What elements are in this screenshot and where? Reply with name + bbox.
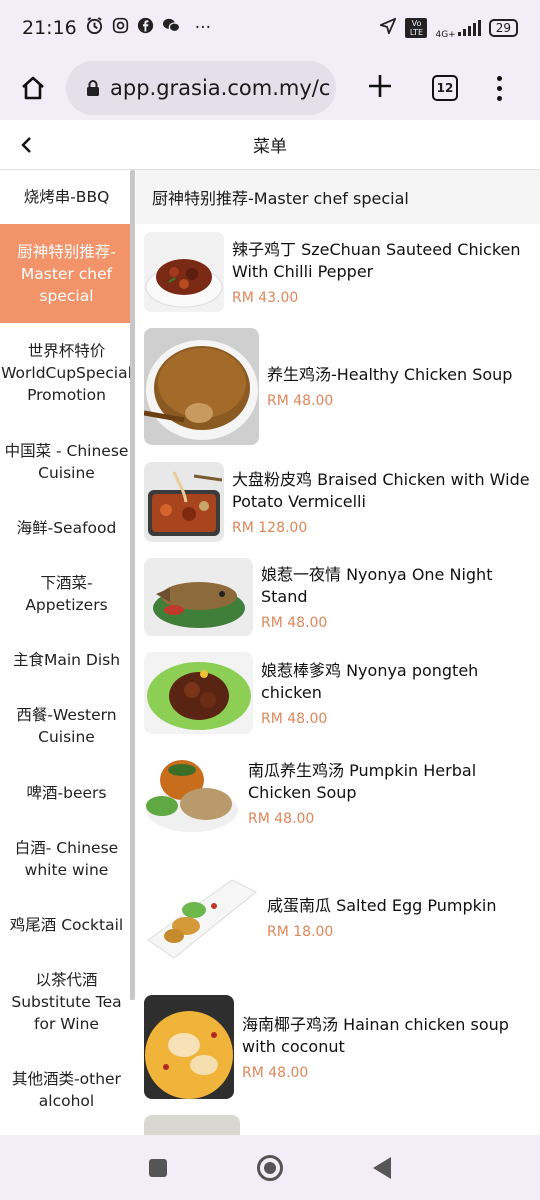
back-icon[interactable] bbox=[373, 1156, 391, 1179]
list-item[interactable]: 辣子鸡丁 SzeChuan Sauteed Chicken With Chill… bbox=[136, 232, 540, 312]
dish-name: 娘惹棒爹鸡 Nyonya pongteh chicken bbox=[261, 660, 479, 702]
list-item[interactable]: 大盘粉皮鸡 Braised Chicken with Wide Potato V… bbox=[136, 462, 540, 542]
sidebar-item-seafood[interactable]: 海鲜-Seafood bbox=[0, 501, 133, 555]
sidebar-item-chinese-cuisine[interactable]: 中国菜 - Chinese Cuisine bbox=[0, 423, 133, 501]
dish-name: 大盘粉皮鸡 Braised Chicken with Wide Potato V… bbox=[232, 469, 530, 511]
chevron-left-icon bbox=[21, 137, 31, 153]
dish-image bbox=[144, 328, 259, 445]
dish-name: 咸蛋南瓜 Salted Egg Pumpkin bbox=[267, 896, 497, 915]
tab-switcher-button[interactable]: 12 bbox=[424, 75, 466, 101]
list-item[interactable]: 咸蛋南瓜 Salted Egg Pumpkin RM 18.00 bbox=[136, 870, 540, 965]
dish-image bbox=[144, 462, 224, 542]
dish-price: RM 128.00 bbox=[232, 519, 308, 536]
dish-name: 娘惹一夜情 Nyonya One Night Stand bbox=[261, 564, 493, 606]
dish-name: 南瓜养生鸡汤 Pumpkin Herbal Chicken Soup bbox=[248, 760, 477, 802]
dish-price: RM 48.00 bbox=[261, 710, 328, 727]
sidebar-item-worldcup-special[interactable]: 世界杯特价 WorldCupSpecial Promotion bbox=[0, 323, 133, 423]
list-item[interactable]: 养生鸡汤-Healthy Chicken Soup RM 48.00 bbox=[136, 328, 540, 445]
dish-image bbox=[144, 748, 240, 838]
sidebar-item-appetizers[interactable]: 下酒菜-Appetizers bbox=[0, 555, 133, 633]
category-sidebar: 烧烤串-BBQ 厨神特别推荐-Master chef special 世界杯特价… bbox=[0, 170, 136, 1135]
dish-price: RM 48.00 bbox=[242, 1064, 309, 1081]
tab-count: 12 bbox=[432, 75, 458, 101]
status-bar: 21:16 ··· Vo LTE 4G+ 29 bbox=[0, 0, 540, 56]
url-text: app.grasia.com.my/c bbox=[110, 76, 331, 100]
back-button[interactable] bbox=[12, 130, 42, 160]
home-icon[interactable] bbox=[257, 1154, 283, 1181]
dish-image bbox=[144, 652, 253, 734]
dish-name: 海南椰子鸡汤 Hainan chicken soup with coconut bbox=[242, 1014, 509, 1056]
clock: 21:16 bbox=[22, 17, 77, 39]
sidebar-item-western-cuisine[interactable]: 西餐-Western Cuisine bbox=[0, 687, 133, 765]
alarm-icon bbox=[85, 16, 104, 40]
dish-price: RM 48.00 bbox=[267, 393, 334, 409]
dish-image bbox=[144, 558, 253, 636]
dish-price: RM 48.00 bbox=[248, 810, 315, 827]
sidebar-item-main-dish[interactable]: 主食Main Dish bbox=[0, 633, 133, 687]
sidebar-item-cocktail[interactable]: 鸡尾酒 Cocktail bbox=[0, 897, 133, 953]
dish-price: RM 18.00 bbox=[267, 924, 334, 940]
volte-icon: Vo LTE bbox=[405, 18, 428, 38]
instagram-icon bbox=[112, 17, 129, 39]
signal-icon bbox=[457, 20, 481, 36]
sidebar-item-chinese-white-wine[interactable]: 白酒- Chinese white wine bbox=[0, 821, 133, 897]
sidebar-item-beers[interactable]: 啤酒-beers bbox=[0, 765, 133, 821]
facebook-icon bbox=[137, 17, 154, 39]
home-button[interactable] bbox=[0, 74, 66, 102]
location-icon bbox=[379, 17, 397, 40]
list-item[interactable]: 海南椰子鸡汤 Hainan chicken soup with coconut … bbox=[136, 995, 540, 1099]
dish-image bbox=[144, 995, 234, 1099]
dish-price: RM 48.00 bbox=[261, 614, 328, 631]
home-icon bbox=[22, 76, 44, 100]
sidebar-item-bbq[interactable]: 烧烤串-BBQ bbox=[0, 170, 133, 224]
more-icon: ··· bbox=[194, 18, 211, 38]
dish-price: RM 43.00 bbox=[232, 289, 299, 306]
list-item[interactable]: 娘惹一夜情 Nyonya One Night Stand RM 48.00 bbox=[136, 558, 540, 636]
dish-list: 厨神特别推荐-Master chef special 辣子鸡丁 SzeChuan… bbox=[136, 170, 540, 1135]
sidebar-item-substitute-tea[interactable]: 以茶代酒 Substitute Tea for Wine bbox=[0, 953, 133, 1051]
lock-icon bbox=[86, 79, 100, 97]
address-bar[interactable]: app.grasia.com.my/c bbox=[66, 61, 336, 115]
network-label: 4G+ bbox=[435, 30, 456, 40]
page-title: 菜单 bbox=[253, 137, 287, 157]
sidebar-scrollbar[interactable] bbox=[130, 170, 135, 1000]
system-nav-bar bbox=[0, 1135, 540, 1200]
section-title: 厨神特别推荐-Master chef special bbox=[136, 170, 540, 224]
dish-image-partial bbox=[144, 1115, 240, 1135]
sidebar-item-other-alcohol[interactable]: 其他酒类-other alcohol bbox=[0, 1051, 133, 1129]
app-header: 菜单 bbox=[0, 120, 540, 170]
dish-image bbox=[144, 232, 224, 312]
battery-icon: 29 bbox=[488, 19, 518, 37]
plus-icon bbox=[369, 75, 391, 97]
list-item[interactable]: 南瓜养生鸡汤 Pumpkin Herbal Chicken Soup RM 48… bbox=[136, 748, 540, 838]
wechat-icon bbox=[162, 17, 181, 39]
browser-toolbar: app.grasia.com.my/c 12 bbox=[0, 56, 540, 120]
sidebar-item-master-chef-special[interactable]: 厨神特别推荐-Master chef special bbox=[0, 224, 133, 323]
dish-name: 养生鸡汤-Healthy Chicken Soup bbox=[267, 365, 513, 384]
new-tab-button[interactable] bbox=[336, 71, 424, 105]
menu-kebab-icon[interactable] bbox=[466, 75, 532, 101]
dish-image bbox=[144, 870, 259, 965]
recents-icon[interactable] bbox=[149, 1158, 167, 1177]
list-item[interactable]: 娘惹棒爹鸡 Nyonya pongteh chicken RM 48.00 bbox=[136, 652, 540, 734]
dish-name: 辣子鸡丁 SzeChuan Sauteed Chicken With Chill… bbox=[232, 239, 521, 281]
